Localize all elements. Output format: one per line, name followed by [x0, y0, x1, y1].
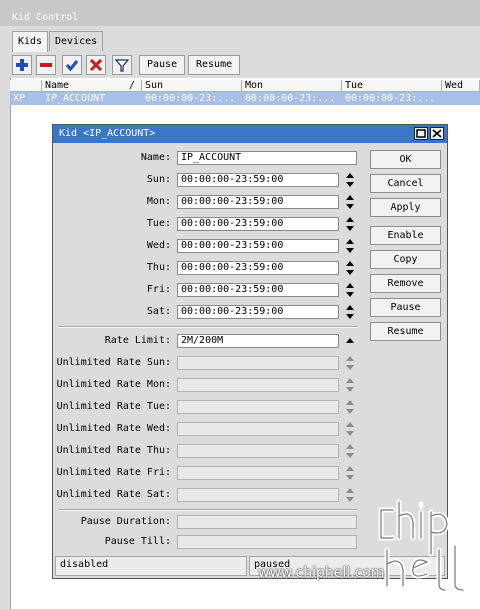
wed-label: Wed: [146, 240, 171, 251]
sun-field[interactable]: 00:00:00-23:59:00 [177, 173, 339, 187]
thu-spin-icon[interactable] [345, 260, 355, 276]
pause-duration-field[interactable] [177, 515, 357, 529]
filter-icon [115, 59, 129, 72]
enable-button[interactable] [62, 55, 82, 75]
thu-field[interactable]: 00:00:00-23:59:00 [177, 261, 339, 275]
cancel-button[interactable]: Cancel [370, 174, 441, 193]
pause-till-label: Pause Till: [104, 536, 171, 547]
mon-spin-icon[interactable] [345, 194, 355, 210]
pause-duration-label: Pause Duration: [80, 516, 171, 527]
tue-field[interactable]: 00:00:00-23:59:00 [177, 217, 339, 231]
row-sun: 00:00:00-23:... [145, 93, 236, 104]
row-flag: XP [13, 93, 26, 104]
maximize-icon [416, 129, 426, 138]
pause-till-field[interactable] [177, 535, 357, 549]
fri-spin-icon[interactable] [345, 282, 355, 298]
sort-indicator: / [128, 80, 135, 91]
unlimited-wed-label: Unlimited Rate Wed: [56, 423, 171, 434]
unlimited-wed-spin-icon[interactable] [345, 421, 355, 437]
sat-spin-icon[interactable] [345, 304, 355, 320]
column-header-sun[interactable]: Sun [142, 80, 242, 92]
column-header-name[interactable]: Name / [42, 80, 142, 92]
add-button[interactable] [12, 55, 32, 75]
unlimited-thu-field[interactable] [177, 444, 339, 458]
resume-toolbar-button[interactable]: Resume [188, 55, 241, 75]
unlimited-fri-label: Unlimited Rate Fri: [56, 467, 171, 478]
name-field[interactable]: IP_ACCOUNT [177, 151, 357, 165]
filter-button[interactable] [112, 55, 132, 75]
thu-label: Thu: [146, 262, 171, 273]
maximize-button[interactable] [414, 127, 428, 140]
remove-button[interactable] [36, 55, 56, 75]
resume-button[interactable]: Resume [370, 322, 441, 341]
enable-button-dialog[interactable]: Enable [370, 226, 441, 245]
column-header-flags[interactable] [10, 80, 42, 92]
rate-limit-field[interactable]: 2M/200M [177, 334, 339, 348]
watermark-url: www.chiphell.com [258, 565, 385, 581]
pause-toolbar-button[interactable]: Pause [139, 55, 186, 75]
separator [59, 326, 357, 328]
unlimited-sat-spin-icon[interactable] [345, 487, 355, 503]
wed-field[interactable]: 00:00:00-23:59:00 [177, 239, 339, 253]
name-label: Name: [140, 152, 171, 163]
unlimited-sun-spin-icon[interactable] [345, 355, 355, 371]
unlimited-mon-field[interactable] [177, 378, 339, 392]
copy-button[interactable]: Copy [370, 250, 441, 269]
tab-devices[interactable]: Devices [49, 31, 104, 51]
unlimited-sat-label: Unlimited Rate Sat: [56, 489, 171, 500]
unlimited-fri-field[interactable] [177, 466, 339, 480]
fri-field[interactable]: 00:00:00-23:59:00 [177, 283, 339, 297]
ok-button[interactable]: OK [370, 150, 441, 169]
remove-button-dialog[interactable]: Remove [370, 274, 441, 293]
kid-dialog: Kid <IP_ACCOUNT> Name: IP_ACCOUNT Sun: 0… [52, 124, 448, 579]
unlimited-wed-field[interactable] [177, 422, 339, 436]
rate-limit-label: Rate Limit: [104, 335, 171, 346]
rate-limit-up-icon[interactable] [345, 335, 355, 351]
mon-field[interactable]: 00:00:00-23:59:00 [177, 195, 339, 209]
pause-button[interactable]: Pause [370, 298, 441, 317]
minus-icon [40, 63, 52, 67]
row-mon: 00:00:00-23:... [245, 93, 336, 104]
unlimited-sat-field[interactable] [177, 488, 339, 502]
column-header-mon[interactable]: Mon [242, 80, 342, 92]
close-button[interactable] [430, 127, 444, 140]
disable-button[interactable] [86, 55, 106, 75]
unlimited-tue-label: Unlimited Rate Tue: [56, 401, 171, 412]
sat-label: Sat: [146, 306, 171, 317]
close-icon [432, 129, 442, 138]
unlimited-tue-spin-icon[interactable] [345, 399, 355, 415]
window-title: Kid Control [0, 0, 480, 26]
apply-button[interactable]: Apply [370, 198, 441, 217]
column-header-wed[interactable]: Wed [442, 80, 480, 92]
column-header-name-label: Name [45, 80, 70, 91]
wed-spin-icon[interactable] [345, 238, 355, 254]
fri-label: Fri: [146, 284, 171, 295]
sun-spin-icon[interactable] [345, 172, 355, 188]
dialog-title[interactable]: Kid <IP_ACCOUNT> [53, 125, 447, 143]
row-tue: 00:00:00-23:... [345, 93, 436, 104]
tue-label: Tue: [146, 218, 171, 229]
unlimited-mon-spin-icon[interactable] [345, 377, 355, 393]
tab-kids[interactable]: Kids [12, 31, 49, 52]
unlimited-thu-label: Unlimited Rate Thu: [56, 445, 171, 456]
unlimited-mon-label: Unlimited Rate Mon: [56, 379, 171, 390]
check-icon [65, 60, 79, 72]
mon-label: Mon: [146, 196, 171, 207]
sat-field[interactable]: 00:00:00-23:59:00 [177, 305, 339, 319]
separator-2 [59, 509, 357, 511]
unlimited-sun-label: Unlimited Rate Sun: [56, 357, 171, 368]
unlimited-thu-spin-icon[interactable] [345, 443, 355, 459]
column-header-tue[interactable]: Tue [342, 80, 442, 92]
tue-spin-icon[interactable] [345, 216, 355, 232]
unlimited-fri-spin-icon[interactable] [345, 465, 355, 481]
row-name: IP_ACCOUNT [45, 93, 106, 104]
sun-label: Sun: [146, 174, 171, 185]
unlimited-sun-field[interactable] [177, 356, 339, 370]
plus-icon [16, 59, 28, 71]
unlimited-tue-field[interactable] [177, 400, 339, 414]
x-icon [89, 58, 103, 72]
status-disabled: disabled [55, 556, 247, 576]
